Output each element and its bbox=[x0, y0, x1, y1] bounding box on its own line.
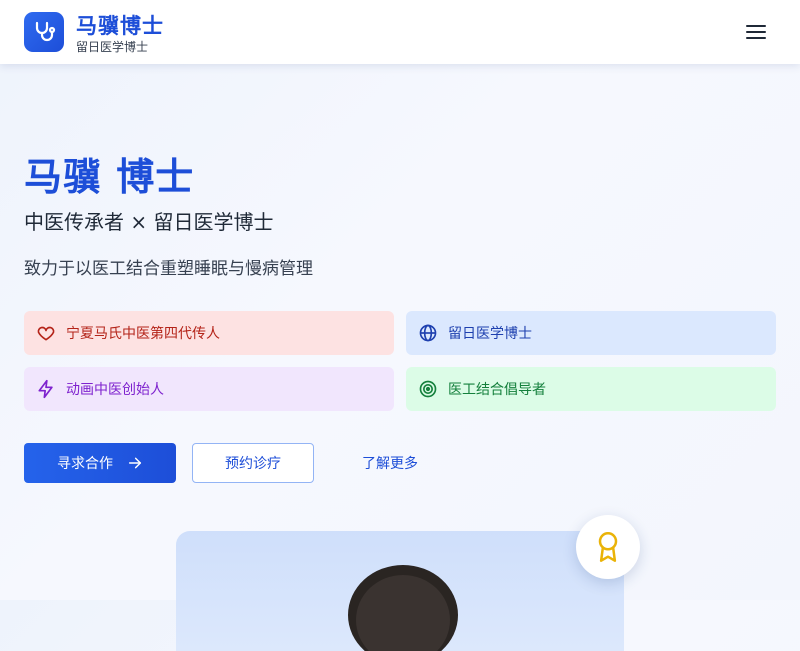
badge-label: 动画中医创始人 bbox=[66, 382, 164, 398]
badge-japan-phd: 留日医学博士 bbox=[406, 311, 776, 355]
award-icon bbox=[598, 532, 618, 562]
lightning-icon bbox=[36, 379, 56, 399]
site-header: 马骥博士 留日医学博士 bbox=[0, 0, 800, 64]
hero-subtitle: 中医传承者 × 留日医学博士 bbox=[24, 210, 274, 234]
brand-subtitle: 留日医学博士 bbox=[76, 40, 149, 54]
menu-button[interactable] bbox=[740, 18, 772, 46]
learn-more-link[interactable]: 了解更多 bbox=[330, 443, 450, 483]
target-icon bbox=[418, 379, 438, 399]
button-label: 预约诊疗 bbox=[225, 456, 281, 472]
brand-title[interactable]: 马骥博士 bbox=[76, 10, 164, 40]
portrait-card bbox=[176, 531, 624, 651]
arrow-right-icon bbox=[128, 457, 142, 469]
link-label: 了解更多 bbox=[362, 456, 418, 472]
badge-label: 留日医学博士 bbox=[448, 326, 532, 342]
badge-label: 宁夏马氏中医第四代传人 bbox=[66, 326, 220, 342]
hero-title: 马骥 博士 bbox=[24, 155, 195, 199]
book-appointment-button[interactable]: 预约诊疗 bbox=[192, 443, 314, 483]
hero-tagline: 致力于以医工结合重塑睡眠与慢病管理 bbox=[24, 259, 313, 279]
badge-animation-founder: 动画中医创始人 bbox=[24, 367, 394, 411]
globe-icon bbox=[418, 323, 438, 343]
hamburger-menu-icon bbox=[746, 25, 766, 39]
button-label: 寻求合作 bbox=[57, 456, 113, 472]
badge-heritage: 宁夏马氏中医第四代传人 bbox=[24, 311, 394, 355]
doctor-portrait bbox=[348, 565, 458, 651]
stethoscope-icon[interactable] bbox=[24, 12, 64, 52]
badge-label: 医工结合倡导者 bbox=[448, 382, 546, 398]
badge-med-eng-advocate: 医工结合倡导者 bbox=[406, 367, 776, 411]
award-badge bbox=[576, 515, 640, 579]
heart-icon bbox=[36, 323, 56, 343]
seek-cooperation-button[interactable]: 寻求合作 bbox=[24, 443, 176, 483]
